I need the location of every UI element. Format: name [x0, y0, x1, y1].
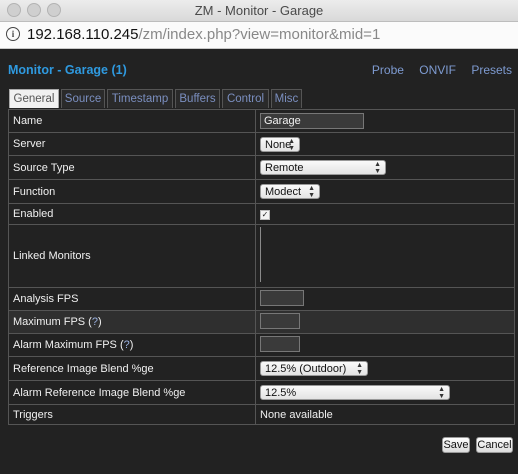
alarm-reference-blend-cell: 12.5% ▲ ▼ — [255, 380, 515, 405]
server-label: Server — [8, 132, 256, 156]
linked-monitors-label: Linked Monitors — [8, 224, 256, 288]
reference-blend-select-value: 12.5% (Outdoor) — [265, 363, 347, 375]
select-arrows-icon: ▲ ▼ — [438, 386, 445, 400]
tab-source[interactable]: Source — [61, 89, 105, 108]
linked-monitors-cell — [255, 224, 515, 288]
page-content: Monitor - Garage (1) Probe ONVIF Presets… — [0, 49, 518, 474]
name-input[interactable]: Garage — [260, 113, 364, 129]
function-select-value: Modect — [265, 186, 302, 198]
window-title: ZM - Monitor - Garage — [194, 3, 324, 18]
top-links: Probe ONVIF Presets — [360, 63, 512, 77]
source-type-label: Source Type — [8, 155, 256, 180]
alarm-maximum-fps-label-text: Alarm Maximum FPS ( — [13, 339, 124, 351]
table-row: Alarm Reference Image Blend %ge 12.5% ▲ ▼ — [8, 380, 515, 405]
select-arrows-icon: ▲ ▼ — [374, 161, 381, 175]
table-row: Analysis FPS — [8, 287, 515, 311]
analysis-fps-label: Analysis FPS — [8, 287, 256, 311]
server-select[interactable]: None ▲ ▼ — [260, 136, 300, 152]
name-cell: Garage — [255, 109, 515, 133]
onvif-link[interactable]: ONVIF — [419, 63, 456, 77]
table-row: Triggers None available — [8, 404, 515, 425]
table-row: Server None ▲ ▼ — [8, 132, 515, 156]
save-button[interactable]: Save — [442, 437, 470, 453]
page-title: Monitor - Garage (1) — [8, 63, 127, 77]
alarm-maximum-fps-label-close: ) — [129, 339, 134, 351]
source-type-select-value: Remote — [265, 162, 304, 174]
source-type-select[interactable]: Remote ▲ ▼ — [260, 160, 386, 175]
server-cell: None ▲ ▼ — [255, 132, 515, 156]
alarm-reference-blend-select[interactable]: 12.5% ▲ ▼ — [260, 385, 450, 400]
presets-link[interactable]: Presets — [471, 63, 512, 77]
url-path: /zm/index.php?view=monitor&mid=1 — [138, 26, 381, 43]
tab-control[interactable]: Control — [222, 89, 269, 108]
table-row: Maximum FPS (?) — [8, 310, 515, 334]
url-host: 192.168.110.245 — [27, 26, 139, 43]
maximum-fps-input[interactable] — [260, 312, 300, 329]
tab-buffers[interactable]: Buffers — [175, 89, 220, 108]
maximum-fps-cell — [255, 310, 515, 334]
reference-blend-select[interactable]: 12.5% (Outdoor) ▲ ▼ — [260, 361, 368, 376]
analysis-fps-cell — [255, 287, 515, 311]
address-bar[interactable]: i 192.168.110.245/zm/index.php?view=moni… — [0, 22, 518, 49]
select-arrows-icon: ▲ ▼ — [308, 185, 315, 199]
monitor-settings-table: Name Garage Server None ▲ ▼ Source Type Re… — [8, 109, 515, 425]
alarm-reference-blend-label: Alarm Reference Image Blend %ge — [8, 380, 256, 405]
table-row: Enabled ✓ — [8, 203, 515, 225]
function-select[interactable]: Modect ▲ ▼ — [260, 184, 320, 199]
table-row: Name Garage — [8, 109, 515, 133]
function-label: Function — [8, 179, 256, 204]
browser-window: ZM - Monitor - Garage i 192.168.110.245/… — [0, 0, 518, 474]
analysis-fps-input[interactable] — [260, 289, 304, 306]
select-arrows-icon: ▲ ▼ — [288, 137, 295, 152]
reference-blend-label: Reference Image Blend %ge — [8, 356, 256, 381]
title-bar: ZM - Monitor - Garage — [0, 0, 518, 22]
probe-link[interactable]: Probe — [372, 63, 404, 77]
alarm-maximum-fps-label: Alarm Maximum FPS (?) — [8, 333, 256, 357]
table-row: Source Type Remote ▲ ▼ — [8, 155, 515, 180]
enabled-label: Enabled — [8, 203, 256, 225]
table-row: Reference Image Blend %ge 12.5% (Outdoor… — [8, 356, 515, 381]
cancel-button[interactable]: Cancel — [476, 437, 513, 453]
table-row: Linked Monitors — [8, 224, 515, 288]
reference-blend-cell: 12.5% (Outdoor) ▲ ▼ — [255, 356, 515, 381]
triggers-label: Triggers — [8, 404, 256, 425]
alarm-maximum-fps-input[interactable] — [260, 335, 300, 352]
maximum-fps-label-close: ) — [97, 316, 102, 328]
tab-general[interactable]: General — [9, 89, 59, 108]
select-arrows-icon: ▲ ▼ — [356, 362, 363, 376]
alarm-maximum-fps-cell — [255, 333, 515, 357]
url-field[interactable]: 192.168.110.245/zm/index.php?view=monito… — [27, 26, 380, 43]
info-icon[interactable]: i — [6, 27, 20, 41]
tab-misc[interactable]: Misc — [271, 89, 302, 108]
maximum-fps-label-text: Maximum FPS ( — [13, 316, 92, 328]
enabled-cell: ✓ — [255, 203, 515, 225]
table-row: Alarm Maximum FPS (?) — [8, 333, 515, 357]
function-cell: Modect ▲ ▼ — [255, 179, 515, 204]
enabled-checkbox[interactable]: ✓ — [260, 210, 270, 220]
table-row: Function Modect ▲ ▼ — [8, 179, 515, 204]
tab-timestamp[interactable]: Timestamp — [107, 89, 173, 108]
name-label: Name — [8, 109, 256, 133]
linked-monitors-listbox[interactable] — [260, 227, 263, 282]
alarm-reference-blend-select-value: 12.5% — [265, 387, 297, 399]
maximum-fps-label: Maximum FPS (?) — [8, 310, 256, 334]
source-type-cell: Remote ▲ ▼ — [255, 155, 515, 180]
triggers-value: None available — [255, 404, 515, 425]
